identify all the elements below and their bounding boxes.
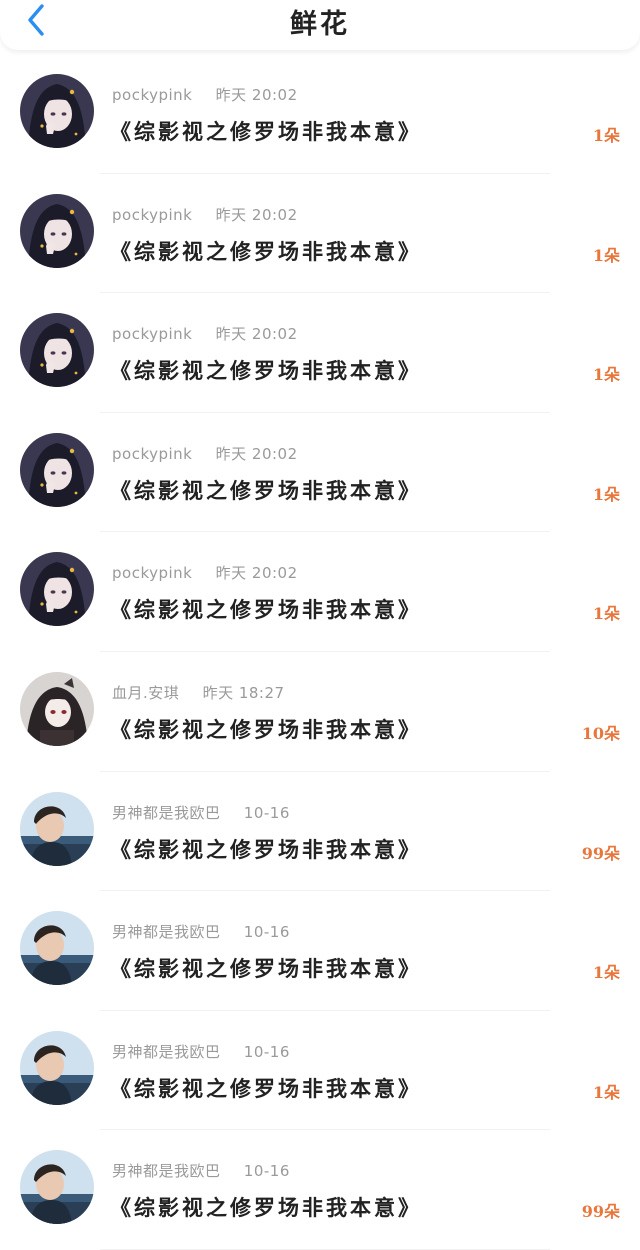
row-meta: 男神都是我欧巴 10-16	[112, 921, 290, 942]
username[interactable]: 男神都是我欧巴	[112, 1043, 221, 1061]
username[interactable]: pockypink	[112, 445, 192, 463]
book-title[interactable]: 《综影视之修罗场非我本意》	[110, 355, 422, 385]
book-title[interactable]: 《综影视之修罗场非我本意》	[110, 714, 422, 744]
book-title[interactable]: 《综影视之修罗场非我本意》	[110, 236, 422, 266]
book-title[interactable]: 《综影视之修罗场非我本意》	[110, 1192, 422, 1222]
row-meta: pockypink 昨天 20:02	[112, 443, 298, 464]
list-item: pockypink 昨天 20:02 《综影视之修罗场非我本意》 1朵	[0, 413, 640, 533]
flower-count: 1朵	[592, 963, 620, 983]
list-item: pockypink 昨天 20:02 《综影视之修罗场非我本意》 1朵	[0, 532, 640, 652]
timestamp: 昨天 20:02	[215, 564, 298, 583]
timestamp: 10-16	[243, 923, 290, 942]
flower-count: 99朵	[581, 843, 620, 863]
flower-count: 1朵	[592, 604, 620, 624]
row-meta: 男神都是我欧巴 10-16	[112, 802, 290, 823]
avatar[interactable]	[20, 1150, 94, 1225]
username[interactable]: 男神都是我欧巴	[112, 1162, 221, 1180]
list-item: 血月.安琪 昨天 18:27 《综影视之修罗场非我本意》 10朵	[0, 652, 640, 772]
timestamp: 10-16	[243, 1162, 290, 1181]
book-title[interactable]: 《综影视之修罗场非我本意》	[110, 475, 422, 505]
avatar[interactable]	[20, 313, 94, 388]
avatar[interactable]	[20, 193, 94, 268]
list-item: 男神都是我欧巴 10-16 《综影视之修罗场非我本意》 1朵	[0, 1011, 640, 1131]
row-meta: pockypink 昨天 20:02	[112, 562, 298, 583]
book-title[interactable]: 《综影视之修罗场非我本意》	[110, 834, 422, 864]
username[interactable]: 血月.安琪	[112, 684, 179, 702]
username[interactable]: pockypink	[112, 86, 192, 104]
avatar[interactable]	[20, 671, 94, 746]
flower-count: 1朵	[592, 365, 620, 385]
flower-count: 1朵	[592, 126, 620, 145]
book-title[interactable]: 《综影视之修罗场非我本意》	[110, 1073, 422, 1103]
flower-count: 1朵	[592, 484, 620, 504]
avatar[interactable]	[20, 74, 94, 148]
row-meta: pockypink 昨天 20:02	[112, 204, 298, 225]
list-item: 男神都是我欧巴 10-16 《综影视之修罗场非我本意》 99朵	[0, 772, 640, 892]
avatar[interactable]	[20, 552, 94, 627]
username[interactable]: pockypink	[112, 325, 192, 343]
avatar[interactable]	[20, 791, 94, 866]
row-meta: 男神都是我欧巴 10-16	[112, 1041, 290, 1062]
list-item: pockypink 昨天 20:02 《综影视之修罗场非我本意》 1朵	[0, 54, 640, 174]
username[interactable]: 男神都是我欧巴	[112, 923, 221, 941]
timestamp: 昨天 20:02	[215, 205, 298, 224]
row-meta: pockypink 昨天 20:02	[112, 323, 298, 344]
row-meta: pockypink 昨天 20:02	[112, 84, 298, 105]
timestamp: 昨天 20:02	[215, 86, 298, 104]
avatar[interactable]	[20, 432, 94, 507]
timestamp: 10-16	[243, 803, 290, 822]
avatar[interactable]	[20, 1030, 94, 1105]
flower-count: 10朵	[581, 723, 620, 743]
list-item: 男神都是我欧巴 10-16 《综影视之修罗场非我本意》 1朵	[0, 891, 640, 1011]
timestamp: 昨天 18:27	[202, 683, 285, 702]
book-title[interactable]: 《综影视之修罗场非我本意》	[110, 116, 422, 146]
top-bar: 鲜花	[0, 0, 640, 50]
row-meta: 男神都是我欧巴 10-16	[112, 1160, 290, 1181]
book-title[interactable]: 《综影视之修罗场非我本意》	[110, 594, 422, 624]
username[interactable]: pockypink	[112, 206, 192, 224]
page-title: 鲜花	[290, 9, 350, 40]
list-item: pockypink 昨天 20:02 《综影视之修罗场非我本意》 1朵	[0, 293, 640, 413]
timestamp: 昨天 20:02	[215, 325, 298, 344]
username[interactable]: 男神都是我欧巴	[112, 804, 221, 822]
list-item: pockypink 昨天 20:02 《综影视之修罗场非我本意》 1朵	[0, 174, 640, 294]
row-meta: 血月.安琪 昨天 18:27	[112, 682, 285, 703]
flower-list: pockypink 昨天 20:02 《综影视之修罗场非我本意》 1朵 pock…	[0, 54, 640, 1250]
book-title[interactable]: 《综影视之修罗场非我本意》	[110, 953, 422, 983]
timestamp: 昨天 20:02	[215, 444, 298, 463]
avatar[interactable]	[20, 911, 94, 986]
timestamp: 10-16	[243, 1042, 290, 1061]
flower-count: 99朵	[581, 1202, 620, 1222]
flower-count: 1朵	[592, 245, 620, 265]
username[interactable]: pockypink	[112, 564, 192, 582]
flower-count: 1朵	[592, 1082, 620, 1102]
list-item: 男神都是我欧巴 10-16 《综影视之修罗场非我本意》 99朵	[0, 1130, 640, 1250]
